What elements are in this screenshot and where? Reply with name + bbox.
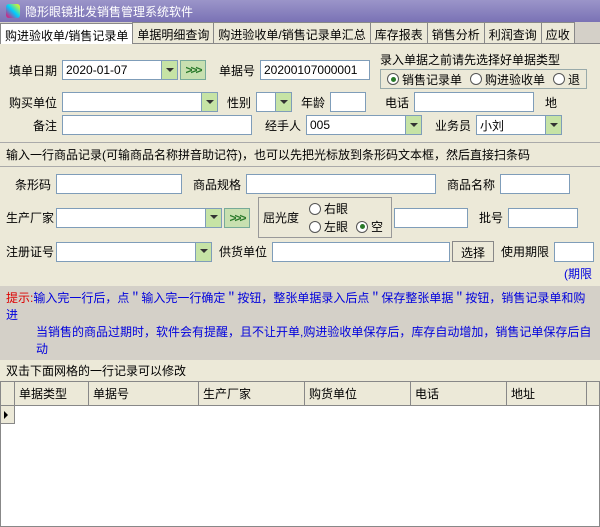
grid-body[interactable] bbox=[1, 406, 599, 526]
chevron-down-icon[interactable] bbox=[206, 208, 222, 228]
goods-name-label: 商品名称 bbox=[438, 176, 498, 193]
grid-edit-hint: 双击下面网格的一行记录可以修改 bbox=[0, 360, 600, 381]
spec-input[interactable] bbox=[246, 174, 436, 194]
goods-entry-hint: 输入一行商品记录(可输商品名称拼音助记符)，也可以先把光标放到条形码文本框，然后… bbox=[0, 142, 600, 167]
remark-label: 备注 bbox=[6, 117, 60, 134]
sales-input[interactable] bbox=[476, 115, 562, 135]
fill-date-label: 填单日期 bbox=[6, 62, 60, 79]
supplier-label: 供货单位 bbox=[214, 243, 270, 260]
col-doc-no[interactable]: 单据号 bbox=[89, 382, 199, 405]
supplier-input[interactable] bbox=[272, 242, 450, 262]
radio-left-eye[interactable]: 左眼 bbox=[309, 218, 348, 235]
chevron-down-icon[interactable] bbox=[196, 242, 212, 262]
current-row-marker bbox=[1, 406, 15, 424]
sales-label: 业务员 bbox=[424, 117, 474, 134]
diopter-label: 屈光度 bbox=[263, 209, 299, 226]
expiry-label: 使用期限 bbox=[496, 243, 552, 260]
maker-label: 生产厂家 bbox=[6, 209, 54, 226]
fill-date-input[interactable] bbox=[62, 60, 178, 80]
window-title: 隐形眼镜批发销售管理系统软件 bbox=[25, 3, 193, 20]
col-doc-type[interactable]: 单据类型 bbox=[15, 382, 89, 405]
phone-label: 电话 bbox=[368, 94, 412, 111]
expiry-input[interactable] bbox=[554, 242, 594, 262]
radio-sale[interactable]: 销售记录单 bbox=[387, 71, 462, 88]
app-icon bbox=[6, 4, 20, 18]
spec-label: 商品规格 bbox=[184, 176, 244, 193]
remark-input[interactable] bbox=[62, 115, 252, 135]
tab-summary[interactable]: 购进验收单/销售记录单汇总 bbox=[213, 22, 370, 43]
chevron-down-icon[interactable] bbox=[202, 92, 218, 112]
chevron-down-icon[interactable] bbox=[406, 115, 422, 135]
tab-detail-query[interactable]: 单据明细查询 bbox=[132, 22, 214, 43]
select-supplier-button[interactable]: 选择 bbox=[452, 241, 494, 262]
batch-input[interactable] bbox=[508, 208, 578, 228]
buyer-input[interactable] bbox=[62, 92, 218, 112]
gender-input[interactable] bbox=[256, 92, 292, 112]
chevron-down-icon[interactable] bbox=[276, 92, 292, 112]
radio-none[interactable]: 空 bbox=[356, 218, 383, 235]
radio-right-eye[interactable]: 右眼 bbox=[309, 200, 348, 217]
chevron-down-icon[interactable] bbox=[546, 115, 562, 135]
hints: 提示:输入完一行后，点＂输入完一行确定＂按钮，整张单据录入后点＂保存整张单据＂按… bbox=[0, 286, 600, 360]
col-phone[interactable]: 电话 bbox=[411, 382, 507, 405]
barcode-input[interactable] bbox=[56, 174, 182, 194]
tab-receipt[interactable]: 购进验收单/销售记录单 bbox=[0, 23, 133, 44]
form-header: 填单日期 >>> 单据号 录入单据之前请先选择好单据类型 销售记录单 购进验收单… bbox=[0, 44, 600, 142]
barcode-label: 条形码 bbox=[6, 176, 54, 193]
window-titlebar: 隐形眼镜批发销售管理系统软件 bbox=[0, 0, 600, 22]
expiry-note: (期限 bbox=[6, 265, 594, 282]
tab-sales-analysis[interactable]: 销售分析 bbox=[427, 22, 485, 43]
col-maker[interactable]: 生产厂家 bbox=[199, 382, 305, 405]
col-buyer[interactable]: 购货单位 bbox=[305, 382, 411, 405]
type-hint: 录入单据之前请先选择好单据类型 bbox=[380, 51, 587, 68]
doc-no-label: 单据号 bbox=[208, 62, 258, 79]
radio-return[interactable]: 退 bbox=[553, 71, 580, 88]
gender-label: 性别 bbox=[220, 94, 254, 111]
handler-input[interactable] bbox=[306, 115, 422, 135]
phone-input[interactable] bbox=[414, 92, 534, 112]
age-label: 年龄 bbox=[294, 94, 328, 111]
radio-purchase[interactable]: 购进验收单 bbox=[470, 71, 545, 88]
tab-receivable[interactable]: 应收 bbox=[541, 22, 575, 43]
diopter-input[interactable] bbox=[394, 208, 468, 228]
maker-pick-button[interactable]: >>> bbox=[224, 208, 250, 228]
tab-profit[interactable]: 利润查询 bbox=[484, 22, 542, 43]
buyer-label: 购买单位 bbox=[6, 94, 60, 111]
chevron-down-icon[interactable] bbox=[162, 60, 178, 80]
grid-header: 单据类型 单据号 生产厂家 购货单位 电话 地址 bbox=[1, 382, 599, 406]
addr-label: 地 bbox=[536, 94, 560, 111]
batch-label: 批号 bbox=[470, 209, 506, 226]
col-addr[interactable]: 地址 bbox=[507, 382, 587, 405]
age-input[interactable] bbox=[330, 92, 366, 112]
goods-name-input[interactable] bbox=[500, 174, 570, 194]
goods-form: 条形码 商品规格 商品名称 生产厂家 >>> 屈光度 右眼 左眼 空 批号 注册… bbox=[0, 167, 600, 286]
records-grid[interactable]: 单据类型 单据号 生产厂家 购货单位 电话 地址 bbox=[0, 381, 600, 527]
next-date-button[interactable]: >>> bbox=[180, 60, 206, 80]
reg-input[interactable] bbox=[56, 242, 212, 262]
reg-label: 注册证号 bbox=[6, 243, 54, 260]
diopter-group: 屈光度 右眼 左眼 空 bbox=[258, 197, 392, 238]
maker-input[interactable] bbox=[56, 208, 222, 228]
main-tabs: 购进验收单/销售记录单 单据明细查询 购进验收单/销售记录单汇总 库存报表 销售… bbox=[0, 22, 600, 44]
handler-label: 经手人 bbox=[254, 117, 304, 134]
tab-stock-report[interactable]: 库存报表 bbox=[370, 22, 428, 43]
doc-no-input[interactable] bbox=[260, 60, 370, 80]
